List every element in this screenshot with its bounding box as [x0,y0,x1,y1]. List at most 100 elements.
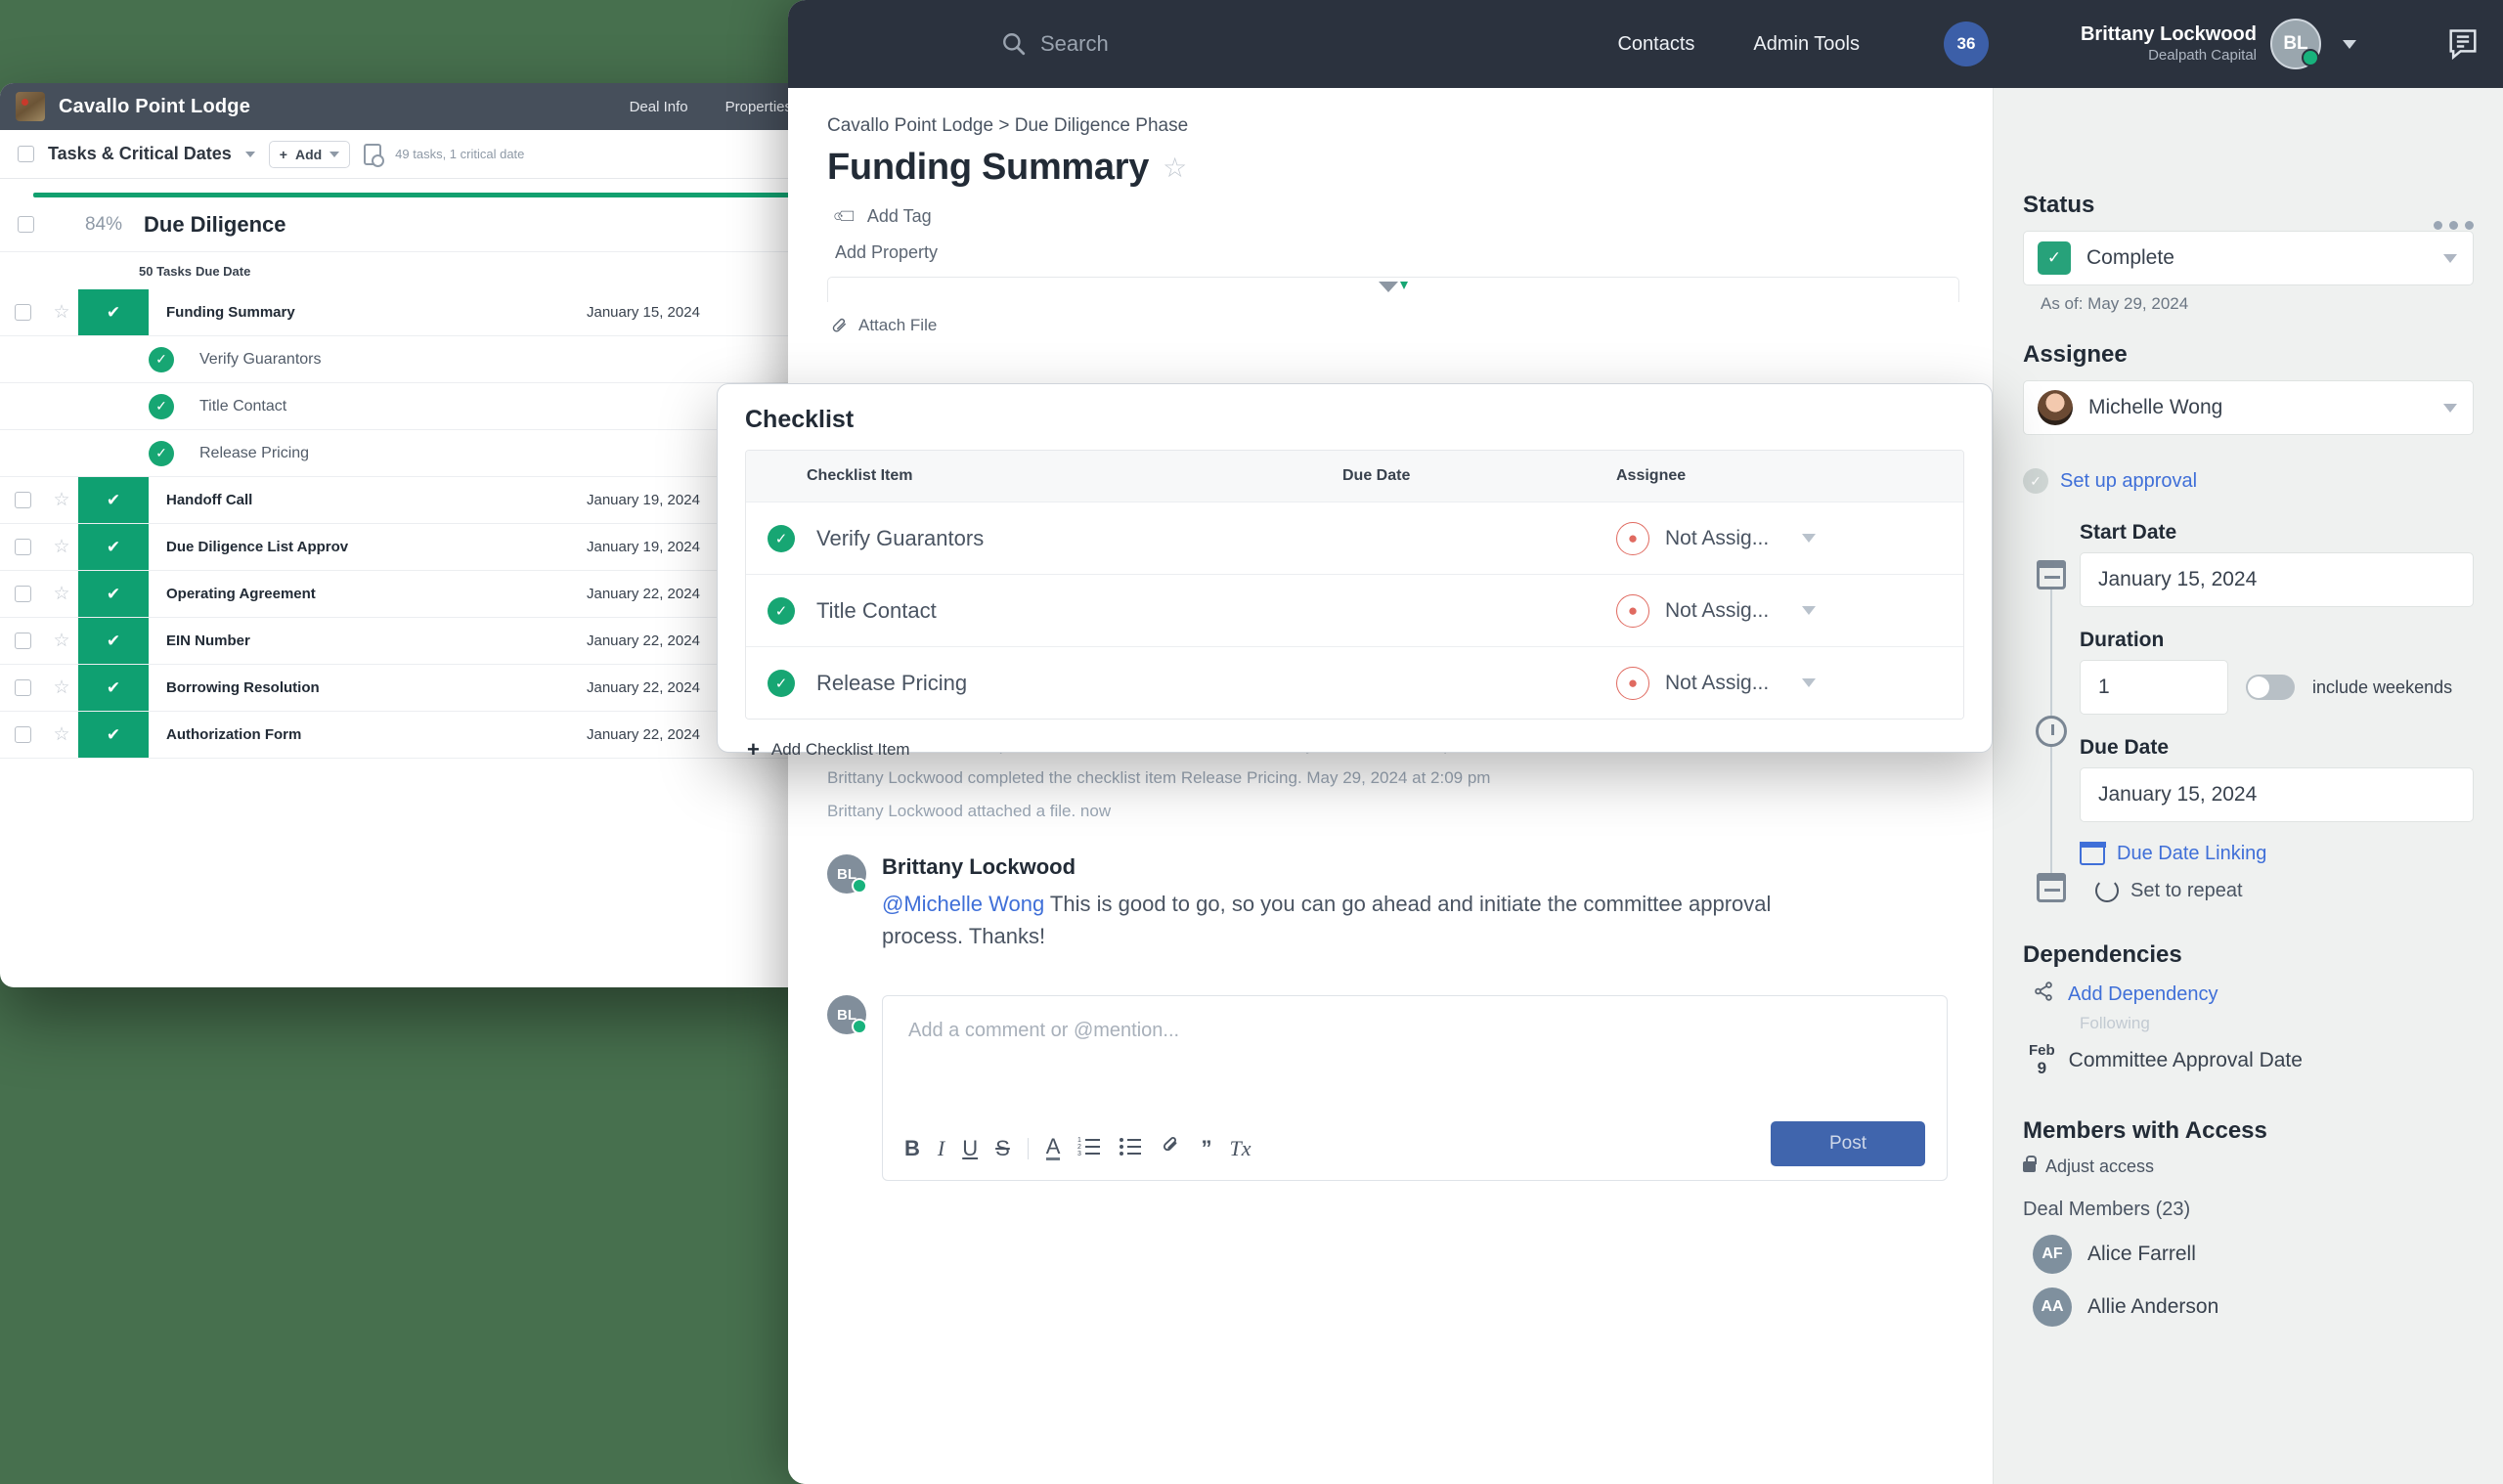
add-dependency-button[interactable]: Add Dependency [2023,981,2474,1008]
avatar[interactable]: BL [2270,19,2321,69]
nav-admin-tools[interactable]: Admin Tools [1753,33,1860,56]
clear-formatting-icon[interactable]: Tx [1229,1136,1251,1161]
select-all-checkbox[interactable] [18,146,34,162]
list-item[interactable]: AF Alice Farrell [2023,1234,2474,1274]
nav-contacts[interactable]: Contacts [1617,33,1694,56]
star-icon[interactable]: ☆ [45,571,78,617]
list-item[interactable]: AA Allie Anderson [2023,1287,2474,1327]
set-to-repeat-button[interactable]: Set to repeat [2080,879,2474,902]
assignee-select[interactable]: Michelle Wong [2023,380,2474,435]
row-checkbox[interactable] [0,712,45,758]
row-status-check-icon[interactable]: ✔ [78,289,149,335]
list-item[interactable]: ✓ Title Contact [0,383,812,430]
start-date-input[interactable]: January 15, 2024 [2080,552,2474,607]
due-date-input[interactable]: January 15, 2024 [2080,767,2474,822]
tab-properties[interactable]: Properties [725,99,792,115]
notification-badge[interactable]: 36 [1943,22,1989,66]
table-row[interactable]: ☆ ✔ Authorization Form January 22, 2024 [0,712,812,759]
row-checkbox[interactable] [0,524,45,570]
dependency-name: Committee Approval Date [2068,1048,2303,1071]
chevron-down-icon[interactable] [2343,39,2356,49]
subitem-label: Release Pricing [199,444,310,461]
unassigned-user-icon: ● [1616,593,1649,628]
chevron-down-icon[interactable] [1802,678,1817,687]
deal-logo-icon [16,92,45,121]
table-row[interactable]: ☆ ✔ Borrowing Resolution January 22, 202… [0,665,812,712]
bullet-list-icon[interactable] [1119,1135,1142,1162]
adjust-access-button[interactable]: Adjust access [2023,1155,2474,1177]
search-input[interactable]: Search [1001,31,1109,57]
checklist-assignee-cell[interactable]: ● Not Assig... [1616,593,1963,628]
table-row[interactable]: ☆ ✔ EIN Number January 22, 2024 [0,618,812,665]
status-select[interactable]: ✓ Complete [2023,231,2474,285]
row-checkbox[interactable] [0,571,45,617]
star-icon[interactable]: ☆ [45,477,78,523]
add-tag-button[interactable]: 🏷 Add Tag [788,189,1993,231]
table-row[interactable]: ✓ Release Pricing ● Not Assig... [746,646,1963,719]
row-checkbox[interactable] [0,618,45,664]
adjust-access-label: Adjust access [2045,1156,2155,1176]
checklist-complete-icon[interactable]: ✓ [768,524,795,552]
row-status-check-icon[interactable]: ✔ [78,665,149,711]
star-icon[interactable]: ☆ [45,712,78,758]
chevron-down-icon[interactable] [244,151,255,157]
table-row[interactable]: ✓ Title Contact ● Not Assig... [746,574,1963,646]
user-menu[interactable]: Brittany Lockwood Dealpath Capital BL [2081,19,2356,69]
add-task-button[interactable]: + Add [268,140,351,168]
row-status-check-icon[interactable]: ✔ [78,571,149,617]
phase-row[interactable]: 84% Due Diligence [0,197,812,252]
row-checkbox[interactable] [0,289,45,335]
checklist-complete-icon[interactable]: ✓ [768,669,795,697]
star-icon[interactable]: ☆ [45,524,78,570]
row-checkbox[interactable] [0,477,45,523]
phase-checkbox[interactable] [18,216,34,233]
chevron-down-icon[interactable] [1802,534,1817,543]
star-icon[interactable]: ☆ [45,289,78,335]
table-row[interactable]: ☆ ✔ Operating Agreement January 22, 2024 [0,571,812,618]
breadcrumb[interactable]: Cavallo Point Lodge > Due Diligence Phas… [788,88,1993,137]
attach-file-button[interactable]: Attach File [788,302,1993,335]
add-property-button[interactable]: Add Property [788,227,1993,263]
messages-panel-icon[interactable] [2448,28,2478,61]
checklist-assignee-cell[interactable]: ● Not Assig... [1616,521,1963,555]
star-icon[interactable]: ☆ [45,665,78,711]
tab-deal-info[interactable]: Deal Info [630,99,688,115]
list-item[interactable]: ✓ Release Pricing [0,430,812,477]
duration-input[interactable]: 1 [2080,660,2228,715]
underline-icon[interactable]: U [962,1136,978,1161]
table-row[interactable]: ☆ ✔ Handoff Call January 19, 2024 [0,477,812,524]
link-icon[interactable] [1160,1135,1183,1162]
table-row[interactable]: ✓ Verify Guarantors ● Not Assig... [746,502,1963,574]
start-date-label: Start Date [2080,521,2177,544]
new-document-icon[interactable] [364,143,385,167]
ordered-list-icon[interactable]: 1 2 3 [1077,1135,1101,1162]
italic-icon[interactable]: I [938,1136,944,1161]
bold-icon[interactable]: B [904,1136,920,1161]
dependency-item[interactable]: Feb 9 Committee Approval Date [2023,1043,2474,1078]
include-weekends-toggle[interactable] [2246,675,2295,700]
row-status-check-icon[interactable]: ✔ [78,712,149,758]
due-date-linking-button[interactable]: Due Date Linking [2079,841,2474,865]
row-checkbox[interactable] [0,665,45,711]
strikethrough-icon[interactable]: S [995,1136,1010,1161]
checklist-complete-icon[interactable]: ✓ [768,596,795,625]
list-item[interactable]: ✓ Verify Guarantors [0,336,812,383]
row-status-check-icon[interactable]: ✔ [78,524,149,570]
row-status-check-icon[interactable]: ✔ [78,477,149,523]
set-up-approval-button[interactable]: ✓ Set up approval [2023,468,2474,494]
chevron-down-icon[interactable] [1802,606,1817,615]
table-row[interactable]: ☆ ✔ Due Diligence List Approv January 19… [0,524,812,571]
checklist-assignee-cell[interactable]: ● Not Assig... [1616,666,1963,700]
favorite-star-icon[interactable]: ☆ [1163,152,1187,184]
add-checklist-item-button[interactable]: + Add Checklist Item [745,737,1964,763]
paperclip-icon [832,318,846,332]
blockquote-icon[interactable]: ” [1201,1136,1211,1161]
text-color-icon[interactable]: A [1045,1136,1061,1160]
comment-input[interactable]: Add a comment or @mention... B I U S A 1… [882,995,1948,1181]
table-row[interactable]: ☆ ✔ Funding Summary January 15, 2024 [0,289,812,336]
star-icon[interactable]: ☆ [45,618,78,664]
row-status-check-icon[interactable]: ✔ [78,618,149,664]
mention-link[interactable]: @Michelle Wong [882,892,1044,916]
more-options-icon[interactable] [2434,221,2474,230]
post-button[interactable]: Post [1770,1121,1925,1166]
